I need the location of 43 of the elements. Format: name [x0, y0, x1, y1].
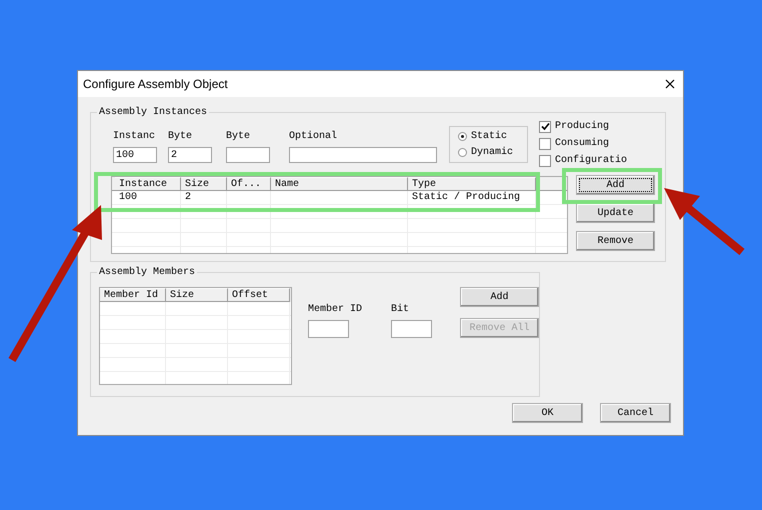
- close-icon[interactable]: [665, 79, 675, 89]
- button[interactable]: Remove: [576, 231, 655, 251]
- field-label: Byte: [226, 130, 252, 144]
- column-header[interactable]: Type: [408, 177, 536, 191]
- checkbox[interactable]: [539, 120, 551, 132]
- group-title: Assembly Members: [97, 266, 198, 279]
- checkbox[interactable]: [539, 138, 551, 150]
- column-header[interactable]: Offset: [228, 288, 290, 302]
- radio-button[interactable]: [458, 148, 467, 157]
- input-field[interactable]: 100: [113, 147, 157, 163]
- input-field[interactable]: [308, 320, 349, 338]
- field-label: Instanc: [113, 130, 156, 144]
- checkbox-label: Producing: [555, 120, 610, 133]
- table-cell-text: Static / Producing: [411, 191, 522, 205]
- field-label: Optional: [289, 130, 338, 144]
- radio-label: Dynamic: [471, 146, 514, 159]
- radio-button[interactable]: [458, 132, 467, 141]
- button[interactable]: Add: [576, 175, 655, 195]
- button[interactable]: Update: [576, 203, 655, 223]
- column-header[interactable]: Instance: [115, 177, 181, 191]
- field-label: Bit: [391, 303, 410, 317]
- column-header[interactable]: Of...: [227, 177, 271, 191]
- field-label: Member ID: [308, 303, 362, 317]
- table-cell-text: 100: [118, 191, 138, 205]
- button[interactable]: Cancel: [600, 403, 671, 423]
- field-label: Byte: [168, 130, 194, 144]
- column-header[interactable]: Name: [271, 177, 408, 191]
- checkbox-label: Consuming: [555, 137, 610, 150]
- checkbox[interactable]: [539, 154, 551, 166]
- button[interactable]: OK: [512, 403, 583, 423]
- input-field[interactable]: [289, 147, 437, 163]
- checkbox-label: Configuratio: [555, 154, 628, 167]
- radio-label: Static: [471, 130, 508, 143]
- input-field[interactable]: [391, 320, 432, 338]
- column-header[interactable]: Size: [166, 288, 228, 302]
- input-field[interactable]: [226, 147, 270, 163]
- group-title: Assembly Instances: [97, 106, 210, 119]
- column-header[interactable]: Member Id: [100, 288, 166, 302]
- button[interactable]: Add: [460, 287, 540, 307]
- window-title: Configure Assembly Object: [83, 77, 228, 91]
- column-header[interactable]: Size: [181, 177, 227, 191]
- table-cell-text: 2: [184, 191, 192, 205]
- input-field[interactable]: 2: [168, 147, 212, 163]
